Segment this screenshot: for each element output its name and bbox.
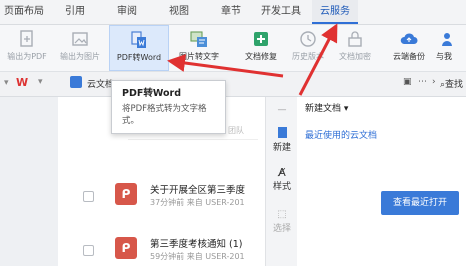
doc-title: 关于开展全区第三季度 xyxy=(150,185,246,196)
tool-label: 文档修复 xyxy=(245,52,277,61)
chevron-down-icon: ▾ xyxy=(343,104,349,114)
export-image-button[interactable]: 输出为图片 xyxy=(54,25,106,71)
tool-label: 与我 xyxy=(436,52,452,61)
tooltip-title: PDF转Word xyxy=(122,88,181,99)
tab-chapter[interactable]: 章节 xyxy=(214,0,248,24)
more-icon[interactable]: ⋯ xyxy=(418,77,427,87)
new-document-dropdown[interactable]: 新建文档 ▾ xyxy=(305,101,348,114)
history-icon xyxy=(300,31,316,47)
tool-label: 云端备份 xyxy=(393,52,425,61)
history-version-button[interactable]: 历史版本 xyxy=(286,25,330,71)
search-text: 查找 xyxy=(445,80,464,90)
share-with-me-button[interactable]: 与我 xyxy=(436,25,466,71)
tab-developer[interactable]: 开发工具 xyxy=(256,0,306,24)
tool-label: 文档加密 xyxy=(339,52,371,61)
tab-reference[interactable]: 引用 xyxy=(58,0,92,24)
new-doc-label: 新建文档 xyxy=(305,104,342,114)
pdf-file-icon: ᑭ xyxy=(115,237,137,259)
encrypt-icon xyxy=(348,31,362,47)
cloud-docs-icon xyxy=(70,76,82,88)
image-to-text-icon xyxy=(190,31,207,47)
pdf-to-word-tooltip: PDF转Word 将PDF格式转为文字格式。 xyxy=(111,80,226,134)
side-toolstrip: — 新建 A̸ 样式 ⬚ 选择 xyxy=(265,97,299,266)
list-item[interactable]: ᑭ 关于开展全区第三季度 37分钟前 来自 USER-201 xyxy=(80,180,265,220)
ribbon-tab-bar: 页面布局 引用 审阅 视图 章节 开发工具 云服务 xyxy=(0,0,466,25)
doc-encrypt-button[interactable]: 文档加密 xyxy=(332,25,378,71)
chevron-down-icon[interactable]: ▾ xyxy=(38,77,43,87)
doc-repair-button[interactable]: 文档修复 xyxy=(238,25,284,71)
tool-label: 输出为图片 xyxy=(60,52,100,61)
new-label: 新建 xyxy=(272,143,291,153)
new-doc-icon xyxy=(277,127,287,138)
recent-cloud-docs-link[interactable]: 最近使用的云文档 xyxy=(305,128,377,141)
select-button[interactable]: ⬚ 选择 xyxy=(266,209,298,234)
search-label[interactable]: ⌕查找 xyxy=(440,77,463,90)
cloud-service-toolbar: 输出为PDF 输出为图片 PDF转Word 图片转文字 文档修复 历史版本 文档… xyxy=(0,25,466,72)
doc-meta: 59分钟前 来自 USER-201 xyxy=(150,252,245,261)
share-icon xyxy=(442,33,452,46)
tool-label: 历史版本 xyxy=(292,52,324,61)
tab-page-layout[interactable]: 页面布局 xyxy=(0,0,48,24)
collapse-handle[interactable]: — xyxy=(266,105,298,115)
tool-label: 输出为PDF xyxy=(7,52,47,61)
view-recent-button[interactable]: 查看最近打开 xyxy=(381,191,459,215)
tab-review[interactable]: 审阅 xyxy=(110,0,144,24)
pdf-export-icon xyxy=(20,30,33,47)
tooltip-description: 将PDF格式转为文字格式。 xyxy=(122,104,207,126)
select-label: 选择 xyxy=(272,224,291,234)
tab-view[interactable]: 视图 xyxy=(162,0,196,24)
chevron-right-icon[interactable]: › xyxy=(432,77,436,87)
new-button[interactable]: 新建 xyxy=(266,127,298,153)
left-navigation-pane xyxy=(0,97,58,266)
select-icon: ⬚ xyxy=(277,209,287,220)
image-to-text-button[interactable]: 图片转文字 xyxy=(172,25,226,71)
export-pdf-button[interactable]: 输出为PDF xyxy=(2,25,52,71)
pdf-to-word-button[interactable]: PDF转Word xyxy=(109,25,169,71)
document-tab-bar: ▾ W ▾ 云文档 ▣ ⋯ › ⌕查找 xyxy=(0,72,466,97)
row-checkbox[interactable] xyxy=(83,245,94,256)
doc-title: 第三季度考核通知 (1) xyxy=(150,239,243,250)
row-checkbox[interactable] xyxy=(83,191,94,202)
cloud-backup-button[interactable]: 云端备份 xyxy=(386,25,432,71)
pdf-file-icon: ᑭ xyxy=(115,183,137,205)
chevron-down-icon[interactable]: ▾ xyxy=(4,78,9,88)
pdf-to-word-icon xyxy=(131,31,146,48)
style-label: 样式 xyxy=(272,182,291,192)
tab-cloud-service[interactable]: 云服务 xyxy=(312,0,358,24)
new-doc-panel: 新建文档 ▾ 最近使用的云文档 查看最近打开 xyxy=(297,97,466,266)
image-export-icon xyxy=(72,32,88,46)
repair-icon xyxy=(254,32,268,46)
tool-label: PDF转Word xyxy=(116,53,162,62)
doc-meta: 37分钟前 来自 USER-201 xyxy=(150,198,245,207)
tool-label: 图片转文字 xyxy=(179,52,219,61)
cloud-docs-tab[interactable]: 云文档 xyxy=(87,77,114,90)
style-button[interactable]: A̸ 样式 xyxy=(266,166,298,193)
list-item[interactable]: ᑭ 第三季度考核通知 (1) 59分钟前 来自 USER-201 xyxy=(80,234,265,274)
style-icon: A̸ xyxy=(278,166,286,179)
layout-icon[interactable]: ▣ xyxy=(403,77,412,87)
cloud-backup-icon xyxy=(400,33,418,44)
wps-logo-icon: W xyxy=(16,76,29,89)
team-hint: 团队 xyxy=(228,126,244,135)
